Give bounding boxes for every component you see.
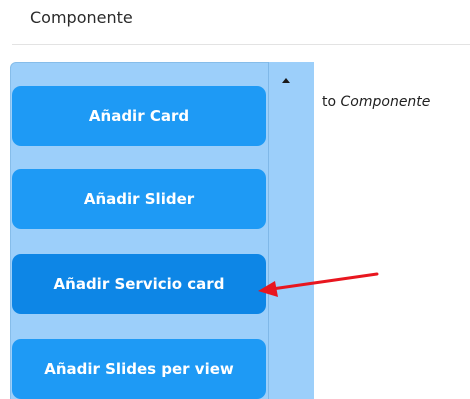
- red-pointer-arrow-icon: [258, 272, 379, 297]
